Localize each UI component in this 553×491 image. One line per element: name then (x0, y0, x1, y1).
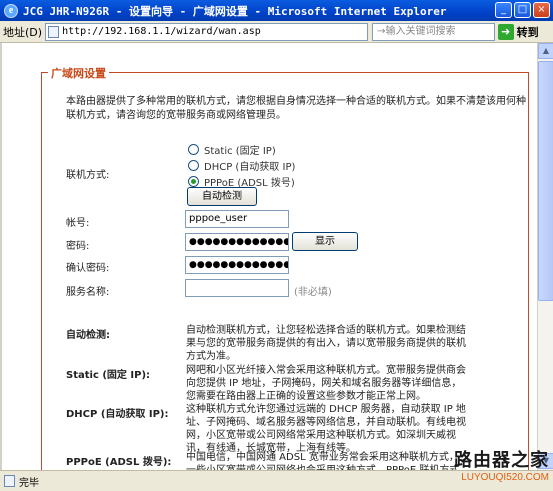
radio-dhcp-label: DHCP (自动获取 IP) (204, 162, 296, 173)
radio-dhcp[interactable]: DHCP (自动获取 IP) (188, 158, 295, 173)
watermark: 路由器之家 LUYOUQI520.COM (427, 446, 549, 483)
confirm-password-input[interactable]: ●●●●●●●●●●●●● (185, 256, 289, 274)
service-name-label: 服务名称: (66, 287, 110, 298)
service-name-input[interactable] (185, 279, 289, 297)
scroll-up-icon[interactable]: ▲ (538, 43, 553, 59)
watermark-title: 路由器之家 (454, 450, 549, 470)
account-input[interactable]: pppoe_user (185, 210, 289, 228)
go-button[interactable]: ➜ 转到 (497, 23, 550, 41)
password-input[interactable]: ●●●●●●●●●●●●● (185, 233, 289, 251)
vertical-scrollbar[interactable]: ▲ ▼ (537, 43, 553, 470)
desc-text-pppoe: 中国电信，中国网通 ADSL 宽带业务常会采用这种联机方式，一些小区宽带或公司网… (186, 452, 459, 470)
window-controls: _ □ × (495, 2, 550, 18)
scroll-thumb[interactable] (538, 61, 553, 301)
radio-pppoe-circle[interactable] (188, 176, 199, 187)
maximize-button[interactable]: □ (514, 2, 531, 18)
show-password-button[interactable]: 显示 (292, 232, 358, 251)
radio-static-circle[interactable] (188, 144, 199, 155)
watermark-url: LUYOUQI520.COM (461, 472, 549, 483)
address-url: http://192.168.1.1/wizard/wan.asp (62, 26, 261, 37)
desc-text-auto: 自动检测联机方式，让您轻松选择合适的联机方式。如果检测结果与您的宽带服务商提供的… (186, 325, 466, 362)
password-label: 密码: (66, 241, 90, 252)
panel-legend: 广域网设置 (48, 65, 109, 81)
window-title: JCG JHR-N926R - 设置向导 - 广域网设置 - Microsoft… (23, 4, 447, 18)
desc-head-dhcp: DHCP (自动获取 IP): (66, 409, 169, 420)
connection-mode-label: 联机方式: (66, 170, 110, 181)
status-text: 完毕 (19, 477, 39, 489)
address-bar: 地址(D) http://192.168.1.1/wizard/wan.asp … (0, 21, 553, 43)
desc-head-static: Static (固定 IP): (66, 370, 151, 381)
close-button[interactable]: × (533, 2, 550, 18)
desc-head-pppoe: PPPoE (ADSL 拨号): (66, 457, 172, 468)
radio-dhcp-circle[interactable] (188, 160, 199, 171)
address-label: 地址(D) (3, 25, 43, 39)
radio-static-label: Static (固定 IP) (204, 146, 276, 157)
intro-text: 本路由器提供了多种常用的联机方式，请您根据自身情况选择一种合适的联机方式。如果不… (66, 96, 526, 121)
radio-static[interactable]: Static (固定 IP) (188, 142, 276, 157)
page-viewport: 广域网设置 本路由器提供了多种常用的联机方式，请您根据自身情况选择一种合适的联机… (0, 43, 553, 491)
confirm-password-label: 确认密码: (66, 263, 110, 274)
address-input[interactable]: http://192.168.1.1/wizard/wan.asp (45, 22, 369, 41)
desc-text-dhcp: 这种联机方式允许您通过远端的 DHCP 服务器，自动获取 IP 地址、子网掩码、… (186, 404, 466, 454)
go-label: 转到 (516, 25, 539, 39)
status-page-icon (4, 475, 15, 487)
page-icon (48, 25, 60, 38)
go-arrow-icon: ➜ (497, 23, 514, 40)
ie-logo-icon: e (4, 3, 18, 18)
desc-text-static: 网吧和小区光纤接入常会采用这种联机方式。宽带服务提供商会向您提供 IP 地址，子… (186, 365, 466, 402)
title-bar: e JCG JHR-N926R - 设置向导 - 广域网设置 - Microso… (0, 0, 553, 21)
service-name-hint: (非必填) (294, 287, 332, 298)
account-label: 帐号: (66, 218, 90, 229)
search-input[interactable]: →输入关键词搜索 (372, 22, 495, 41)
auto-detect-button[interactable]: 自动检测 (187, 187, 257, 206)
minimize-button[interactable]: _ (495, 2, 512, 18)
desc-head-auto: 自动检测: (66, 330, 110, 341)
